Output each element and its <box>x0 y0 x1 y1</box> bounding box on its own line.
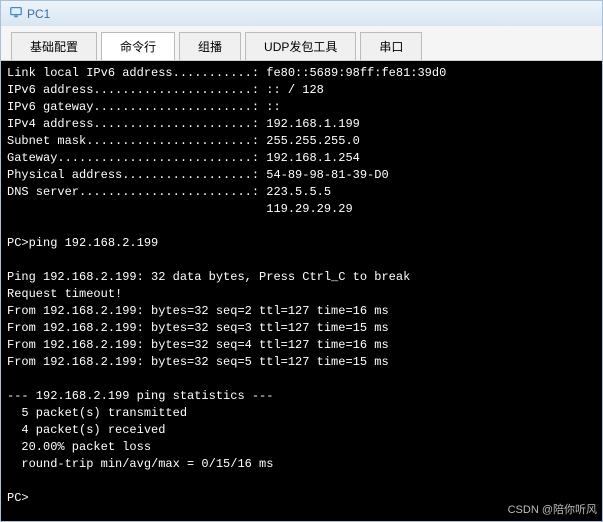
terminal-line: 4 packet(s) received <box>7 423 165 437</box>
terminal-line: IPv4 address......................: 192.… <box>7 117 360 131</box>
terminal-line: Request timeout! <box>7 287 122 301</box>
terminal-line: Gateway...........................: 192.… <box>7 151 360 165</box>
terminal-line: From 192.168.2.199: bytes=32 seq=4 ttl=1… <box>7 338 389 352</box>
terminal-line: From 192.168.2.199: bytes=32 seq=2 ttl=1… <box>7 304 389 318</box>
terminal-line: IPv6 gateway......................: :: <box>7 100 281 114</box>
terminal-line: 5 packet(s) transmitted <box>7 406 187 420</box>
terminal-line: PC> <box>7 491 29 505</box>
terminal-line: Physical address..................: 54-8… <box>7 168 389 182</box>
app-window: PC1 基础配置 命令行 组播 UDP发包工具 串口 Link local IP… <box>0 0 603 522</box>
terminal-line: From 192.168.2.199: bytes=32 seq=3 ttl=1… <box>7 321 389 335</box>
terminal-line: Link local IPv6 address...........: fe80… <box>7 66 446 80</box>
tab-udp-tool[interactable]: UDP发包工具 <box>245 32 356 60</box>
device-icon <box>9 5 23 22</box>
terminal-line: Subnet mask.......................: 255.… <box>7 134 360 148</box>
tab-serial[interactable]: 串口 <box>360 32 422 60</box>
tab-bar: 基础配置 命令行 组播 UDP发包工具 串口 <box>1 26 602 61</box>
tab-multicast[interactable]: 组播 <box>179 32 241 60</box>
terminal-line: Ping 192.168.2.199: 32 data bytes, Press… <box>7 270 410 284</box>
terminal-line: round-trip min/avg/max = 0/15/16 ms <box>7 457 273 471</box>
terminal-line: DNS server........................: 223.… <box>7 185 331 199</box>
terminal-line: PC>ping 192.168.2.199 <box>7 236 158 250</box>
terminal-line: 20.00% packet loss <box>7 440 151 454</box>
titlebar[interactable]: PC1 <box>1 1 602 26</box>
terminal-line: From 192.168.2.199: bytes=32 seq=5 ttl=1… <box>7 355 389 369</box>
terminal-line: 119.29.29.29 <box>7 202 353 216</box>
terminal-line: IPv6 address......................: :: /… <box>7 83 324 97</box>
tab-cli[interactable]: 命令行 <box>101 32 175 60</box>
tab-basic-config[interactable]: 基础配置 <box>11 32 97 60</box>
terminal-output[interactable]: Link local IPv6 address...........: fe80… <box>1 61 602 521</box>
window-title: PC1 <box>27 7 50 21</box>
terminal-line: --- 192.168.2.199 ping statistics --- <box>7 389 273 403</box>
